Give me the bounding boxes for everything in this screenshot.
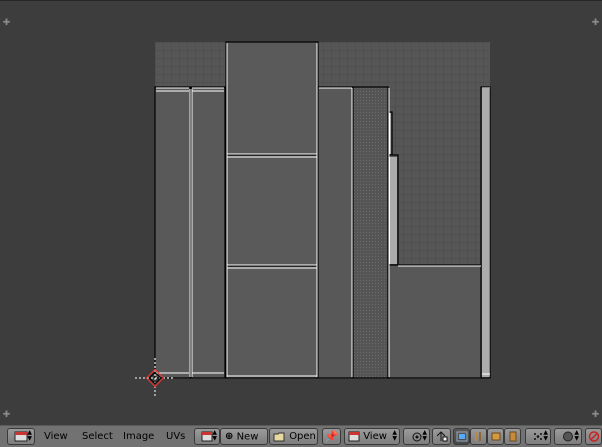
snap-selector[interactable]: ▲ ▼ [525,428,551,445]
face-select-icon [491,432,500,440]
vertex-select-icon [456,431,467,441]
image-icon [348,431,360,441]
menu-select[interactable]: Select [82,430,113,444]
uv-island-center-mid [225,154,319,267]
proportional-editing-selector[interactable]: ▲ ▼ [554,428,582,445]
plus-icon: ⊕ [225,431,234,442]
edge-select-button[interactable] [470,428,487,445]
sync-selection-icon [436,430,448,441]
vertex-select-button[interactable] [453,428,470,445]
uv-canvas[interactable] [0,1,602,426]
view-mode-selector[interactable]: View ▲ ▼ [344,428,400,445]
menu-uvs[interactable]: UVs [166,430,185,444]
uv-island-center-bottom [225,265,319,379]
uv-editor-header: ▲ ▼ View Select Image UVs ▲ ▼ ⊕ New Open 📌… [0,425,602,447]
snap-icon [534,432,542,440]
sync-selection-toggle[interactable] [432,428,451,445]
uv-editor-viewport[interactable]: ✚ ✚ ✚ ✚ [0,0,602,425]
menu-view[interactable]: View [44,430,68,444]
face-select-button[interactable] [487,428,504,445]
open-image-button[interactable]: Open [269,428,318,445]
render-icon [588,430,599,442]
uv-island-bottom-right [387,264,483,379]
menu-image[interactable]: Image [123,430,154,444]
pivot-selector[interactable]: ▲ ▼ [403,428,430,445]
new-image-label: New [236,431,259,443]
view-mode-label: View [363,431,387,442]
folder-icon [273,432,285,441]
uv-island-strip-1 [154,86,191,379]
render-button[interactable] [585,428,602,445]
new-image-button[interactable]: ⊕ New [220,428,268,445]
uv-island-center-top [225,41,319,156]
pin-image-button[interactable]: 📌 [322,428,341,445]
proportional-icon [563,431,573,441]
pivot-icon [412,432,421,441]
uv-island-right-strip [317,86,354,379]
image-browse-button[interactable]: ▲ ▼ [194,428,220,445]
uv-island-dense [352,86,389,379]
pin-icon: 📌 [324,430,339,443]
island-select-icon [509,431,516,441]
edge-select-icon [474,431,481,441]
island-select-button[interactable] [504,428,521,445]
image-editor-icon [14,431,28,441]
open-image-label: Open [289,431,316,442]
editor-type-selector[interactable]: ▲ ▼ [7,428,35,445]
uv-island-strip-2 [190,86,226,379]
image-browse-icon [201,431,213,441]
